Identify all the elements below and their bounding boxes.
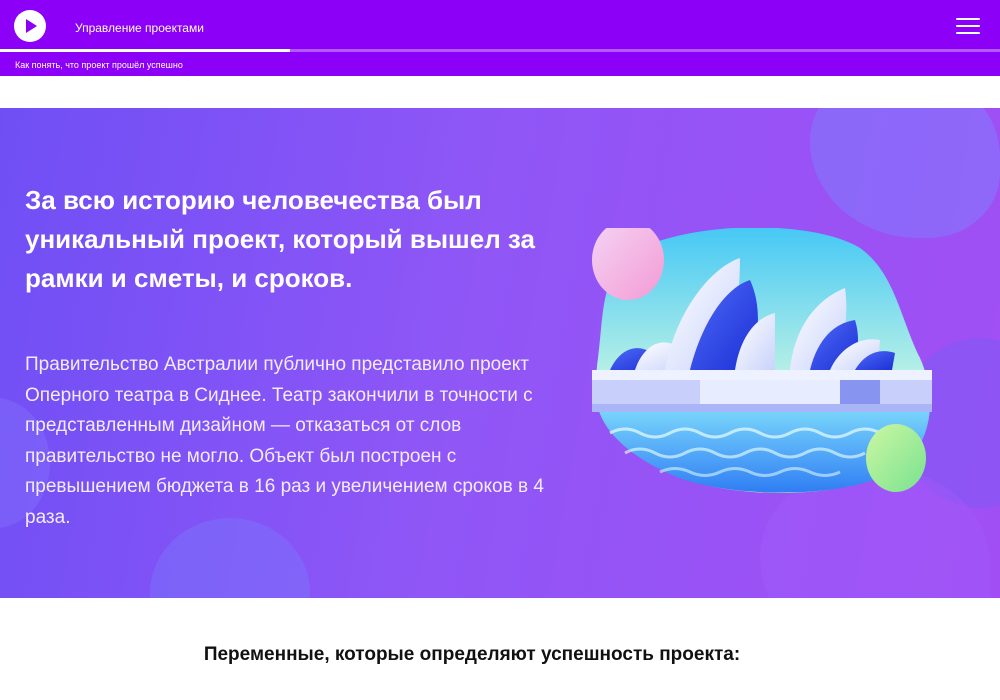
hamburger-menu-icon[interactable] xyxy=(953,14,983,38)
course-title[interactable]: Управление проектами xyxy=(75,21,204,35)
progress-bar-fill xyxy=(0,49,290,52)
play-icon[interactable] xyxy=(14,10,46,42)
decorative-blob xyxy=(810,108,1000,238)
hero-section: За всю историю человечества был уникальн… xyxy=(0,108,1000,598)
lesson-title: Как понять, что проект прошёл успешно xyxy=(15,60,183,70)
section-heading: Переменные, которые определяют успешност… xyxy=(203,644,741,665)
top-bar: Управление проектами Как понять, что про… xyxy=(0,0,1000,76)
hero-heading: За всю историю человечества был уникальн… xyxy=(25,185,535,293)
hero-text: Правительство Австралии публично предста… xyxy=(25,354,544,528)
sydney-opera-house-illustration xyxy=(592,228,932,493)
progress-bar xyxy=(0,49,1000,52)
